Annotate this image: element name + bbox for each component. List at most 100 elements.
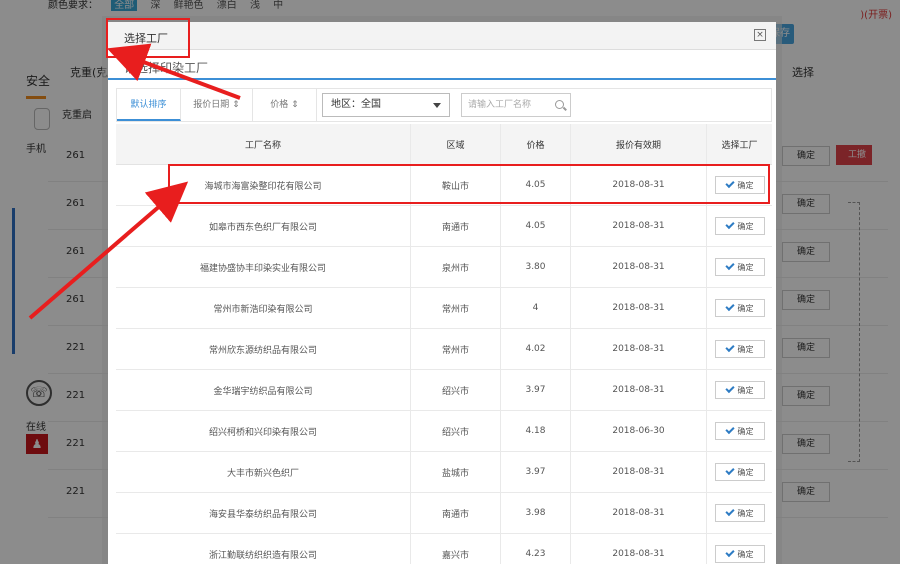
table-row: 金华瑞宇纺织品有限公司 绍兴市 3.97 2018-08-31 确定	[116, 370, 772, 411]
valid-date-cell: 2018-08-31	[571, 534, 707, 564]
title-highlight-box	[106, 18, 190, 58]
factory-name-cell: 大丰市新兴色织厂	[116, 452, 411, 492]
select-cell: 确定	[707, 493, 772, 533]
sort-price-label: 价格	[270, 100, 289, 110]
region-cell: 绍兴市	[411, 411, 501, 451]
filter-bar: 默认排序 报价日期 ⇕ 价格 ⇕ 地区：全国 请输入工厂名称	[116, 88, 772, 122]
factory-name-cell: 常州市新浩印染有限公司	[116, 288, 411, 328]
check-icon	[724, 219, 735, 230]
select-cell: 确定	[707, 411, 772, 451]
select-cell: 确定	[707, 288, 772, 328]
check-icon	[724, 342, 735, 353]
confirm-factory-button[interactable]: 确定	[714, 258, 765, 276]
region-cell: 南通市	[411, 206, 501, 246]
region-cell: 南通市	[411, 493, 501, 533]
table-row: 浙江勤联纺织织造有限公司 嘉兴市 4.23 2018-08-31 确定	[116, 534, 772, 564]
check-icon	[724, 506, 735, 517]
factory-name-cell: 浙江勤联纺织织造有限公司	[116, 534, 411, 564]
check-icon	[724, 301, 735, 312]
header-factory-name: 工厂名称	[116, 124, 411, 164]
check-icon	[724, 465, 735, 476]
dialog-subtitle-bar: 请选择印染工厂	[108, 50, 776, 80]
header-region: 区域	[411, 124, 501, 164]
table-row: 常州欣东源纺织品有限公司 常州市 4.02 2018-08-31 确定	[116, 329, 772, 370]
region-select[interactable]: 地区：全国	[322, 93, 450, 117]
confirm-label: 确定	[737, 303, 754, 313]
factory-name-cell: 福建协盛协丰印染实业有限公司	[116, 247, 411, 287]
factory-name-cell: 常州欣东源纺织品有限公司	[116, 329, 411, 369]
price-cell: 4.02	[501, 329, 571, 369]
confirm-label: 确定	[737, 467, 754, 477]
valid-date-cell: 2018-08-31	[571, 288, 707, 328]
dialog-subtitle: 请选择印染工厂	[124, 61, 209, 75]
valid-date-cell: 2018-08-31	[571, 370, 707, 410]
table-row: 大丰市新兴色织厂 盐城市 3.97 2018-08-31 确定	[116, 452, 772, 493]
select-cell: 确定	[707, 534, 772, 564]
confirm-label: 确定	[737, 549, 754, 559]
region-cell: 泉州市	[411, 247, 501, 287]
region-select-value: 地区：全国	[331, 99, 381, 110]
table-row: 海安县华泰纺织品有限公司 南通市 3.98 2018-08-31 确定	[116, 493, 772, 534]
header-price: 价格	[501, 124, 571, 164]
sort-date-label: 报价日期	[193, 100, 230, 110]
valid-date-cell: 2018-08-31	[571, 493, 707, 533]
price-cell: 4	[501, 288, 571, 328]
valid-date-cell: 2018-08-31	[571, 329, 707, 369]
select-cell: 确定	[707, 247, 772, 287]
select-cell: 确定	[707, 206, 772, 246]
price-cell: 4.23	[501, 534, 571, 564]
valid-date-cell: 2018-08-31	[571, 247, 707, 287]
confirm-factory-button[interactable]: 确定	[714, 299, 765, 317]
factory-search-input[interactable]: 请输入工厂名称	[461, 93, 571, 117]
valid-date-cell: 2018-06-30	[571, 411, 707, 451]
sort-arrows-icon: ⇕	[288, 100, 299, 110]
price-cell: 3.97	[501, 452, 571, 492]
price-cell: 4.18	[501, 411, 571, 451]
table-row: 如皋市西东色织厂有限公司 南通市 4.05 2018-08-31 确定	[116, 206, 772, 247]
caret-down-icon	[433, 103, 441, 108]
factory-name-cell: 绍兴柯桥和兴印染有限公司	[116, 411, 411, 451]
confirm-factory-button[interactable]: 确定	[714, 381, 765, 399]
search-icon[interactable]	[555, 100, 564, 109]
confirm-label: 确定	[737, 344, 754, 354]
table-row: 绍兴柯桥和兴印染有限公司 绍兴市 4.18 2018-06-30 确定	[116, 411, 772, 452]
confirm-factory-button[interactable]: 确定	[714, 504, 765, 522]
table-row: 福建协盛协丰印染实业有限公司 泉州市 3.80 2018-08-31 确定	[116, 247, 772, 288]
table-body: 海城市海富染整印花有限公司 鞍山市 4.05 2018-08-31 确定 如皋市西东色织厂…	[116, 165, 772, 564]
confirm-factory-button[interactable]: 确定	[714, 463, 765, 481]
header-select-factory: 选择工厂	[721, 140, 758, 151]
check-icon	[724, 383, 735, 394]
region-cell: 盐城市	[411, 452, 501, 492]
check-icon	[724, 547, 735, 558]
dialog-header: 选择工厂 ×	[108, 22, 776, 50]
close-icon[interactable]: ×	[754, 29, 766, 41]
region-cell: 绍兴市	[411, 370, 501, 410]
check-icon	[724, 260, 735, 271]
valid-date-cell: 2018-08-31	[571, 452, 707, 492]
factory-name-cell: 海安县华泰纺织品有限公司	[116, 493, 411, 533]
select-cell: 确定	[707, 452, 772, 492]
select-factory-dialog: 选择工厂 × 请选择印染工厂 默认排序 报价日期 ⇕ 价格 ⇕ 地区：全国 请输…	[108, 22, 776, 564]
factory-name-cell: 如皋市西东色织厂有限公司	[116, 206, 411, 246]
table-row: 常州市新浩印染有限公司 常州市 4 2018-08-31 确定	[116, 288, 772, 329]
factory-name-cell: 金华瑞宇纺织品有限公司	[116, 370, 411, 410]
valid-date-cell: 2018-08-31	[571, 206, 707, 246]
price-cell: 3.80	[501, 247, 571, 287]
select-cell: 确定	[707, 329, 772, 369]
sort-date-button[interactable]: 报价日期 ⇕	[181, 89, 253, 121]
confirm-factory-button[interactable]: 确定	[714, 340, 765, 358]
select-cell: 确定	[707, 370, 772, 410]
confirm-factory-button[interactable]: 确定	[714, 545, 765, 563]
confirm-factory-button[interactable]: 确定	[714, 422, 765, 440]
sort-price-button[interactable]: 价格 ⇕	[253, 89, 317, 121]
region-cell: 嘉兴市	[411, 534, 501, 564]
search-placeholder: 请输入工厂名称	[468, 100, 532, 110]
price-cell: 3.98	[501, 493, 571, 533]
confirm-label: 确定	[737, 221, 754, 231]
price-cell: 3.97	[501, 370, 571, 410]
region-cell: 常州市	[411, 329, 501, 369]
region-cell: 常州市	[411, 288, 501, 328]
confirm-factory-button[interactable]: 确定	[714, 217, 765, 235]
sort-default-tab[interactable]: 默认排序	[117, 89, 181, 121]
confirm-label: 确定	[737, 508, 754, 518]
